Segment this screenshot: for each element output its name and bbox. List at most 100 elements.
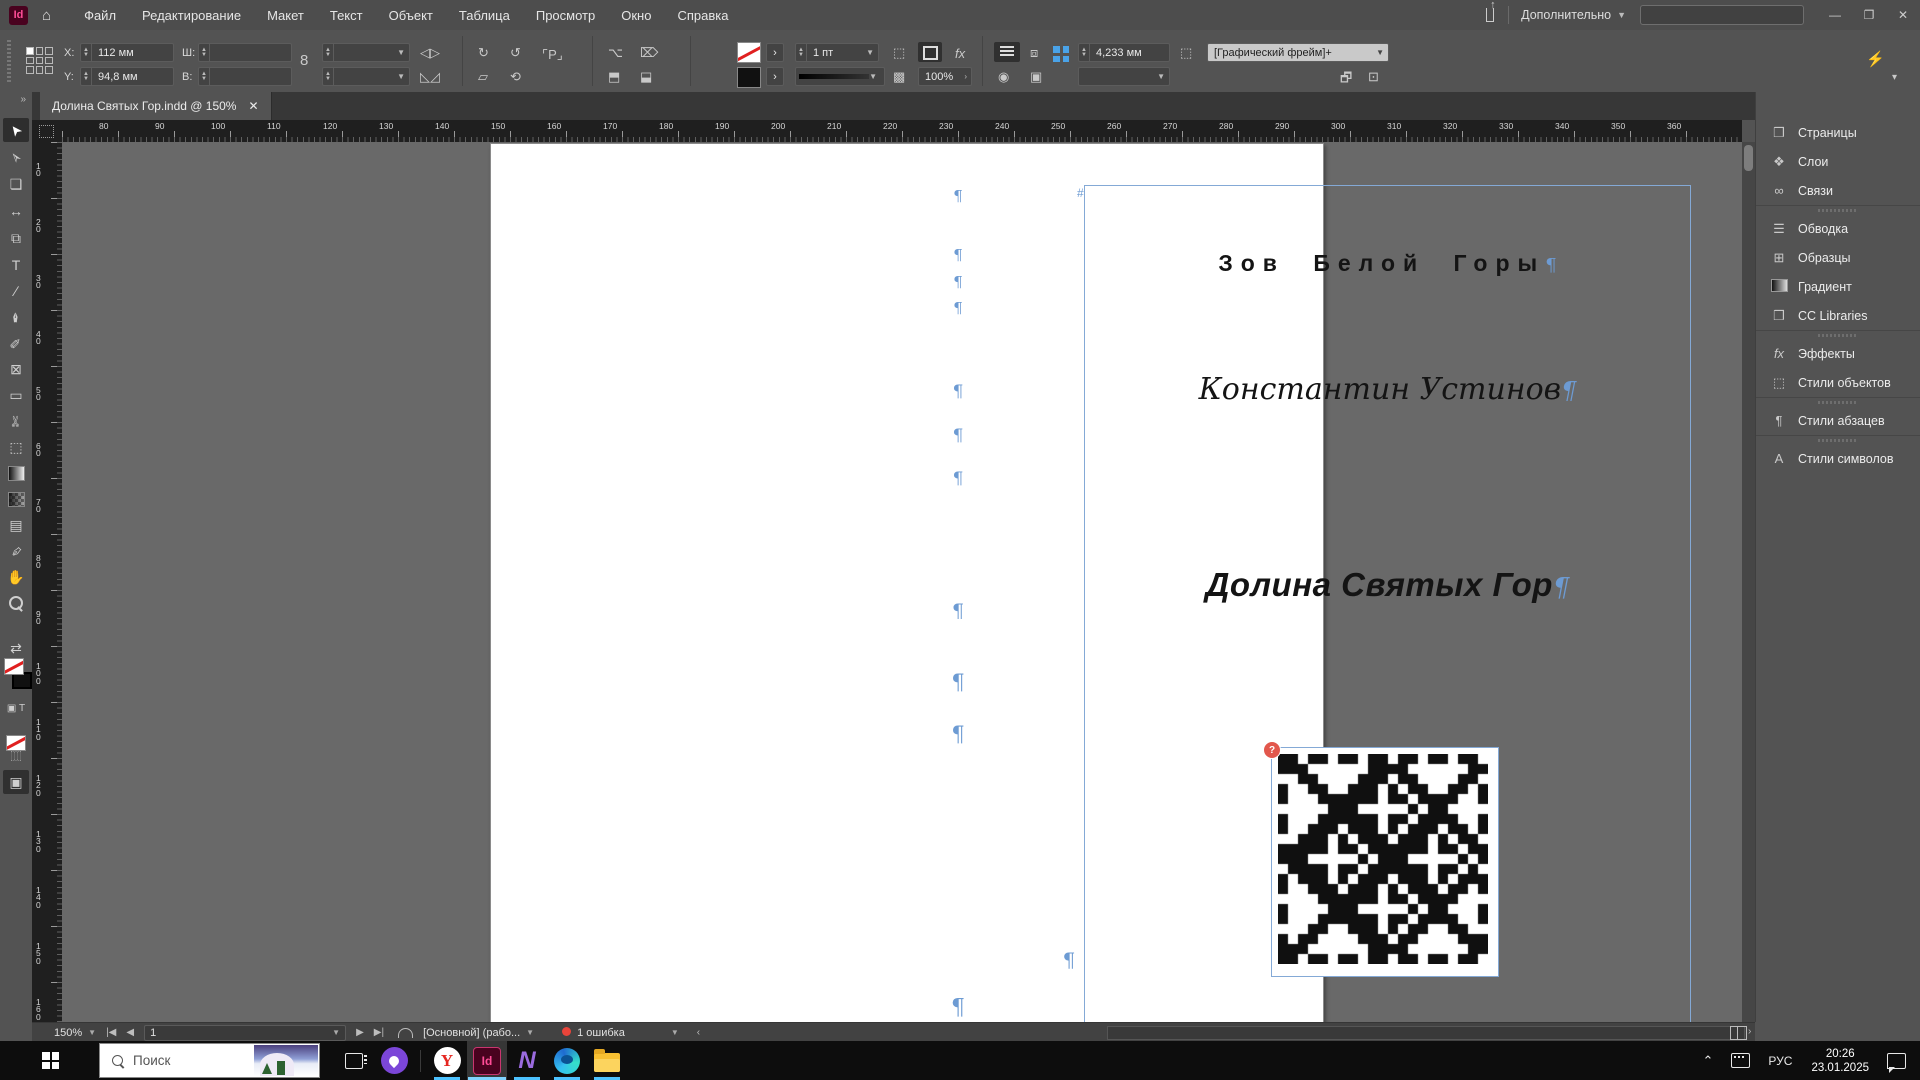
reference-point-proxy[interactable] xyxy=(26,47,53,74)
menu-макет[interactable]: Макет xyxy=(256,4,315,27)
swap-fill-stroke-icon[interactable]: ⇄ xyxy=(3,636,29,660)
clear-overrides-icon[interactable]: ⊡ xyxy=(1368,69,1379,85)
vertical-ruler[interactable]: 1 02 03 04 05 06 07 08 09 01 0 01 1 01 2… xyxy=(32,142,63,1022)
start-button[interactable] xyxy=(42,1052,59,1069)
hand-tool[interactable]: ✋ xyxy=(3,565,29,589)
zoom-tool[interactable] xyxy=(3,591,29,615)
menu-файл[interactable]: Файл xyxy=(73,4,127,27)
scale-y-field[interactable]: ▲▼▼ xyxy=(322,67,410,86)
frame-fitting-icon[interactable] xyxy=(918,42,942,62)
panel-button-character-styles[interactable]: AСтили символов xyxy=(1756,444,1920,473)
menu-текст[interactable]: Текст xyxy=(319,4,374,27)
pencil-tool[interactable]: ✎ xyxy=(3,331,29,355)
text-wrap-none-icon[interactable] xyxy=(994,42,1020,62)
touch-keyboard-icon[interactable] xyxy=(1731,1053,1750,1068)
taskbar-task-view[interactable] xyxy=(334,1041,374,1080)
page-tool[interactable]: ❏ xyxy=(3,172,29,196)
author-name[interactable]: Константин Устинов¶ xyxy=(1085,372,1690,407)
language-indicator[interactable]: РУС xyxy=(1768,1054,1792,1068)
direct-selection-tool[interactable]: ➢ xyxy=(3,145,29,169)
missing-link-badge[interactable]: ? xyxy=(1263,741,1281,759)
page-number-field[interactable]: 1▼ xyxy=(144,1025,346,1041)
previous-page-button[interactable]: ◀ xyxy=(126,1027,134,1038)
height-field[interactable]: ▲▼ xyxy=(198,67,292,86)
x-field[interactable]: ▲▼112 мм xyxy=(80,43,174,62)
offset-reference-dropdown[interactable]: ▼ xyxy=(1078,67,1170,86)
panel-button-object-styles[interactable]: ⬚Стили объектов xyxy=(1756,368,1920,397)
panel-button-swatches[interactable]: ⊞Образцы xyxy=(1756,243,1920,272)
select-content-icon[interactable]: ⌦ xyxy=(640,45,658,61)
panel-button-stroke[interactable]: ☰Обводка xyxy=(1756,214,1920,243)
notification-center-icon[interactable] xyxy=(1887,1053,1906,1069)
anchored-object-proxy[interactable] xyxy=(1053,46,1069,62)
content-collector-tool[interactable]: ⧉ xyxy=(3,226,29,250)
object-style-dropdown[interactable]: [Графический фрейм]+▼ xyxy=(1207,43,1389,62)
free-transform-tool[interactable]: ⬚ xyxy=(3,435,29,459)
panel-button-gradient[interactable]: Градиент xyxy=(1756,272,1920,301)
stroke-style-dropdown[interactable]: ▼ xyxy=(795,67,885,86)
ornament-image-frame[interactable]: ? xyxy=(1271,747,1499,977)
select-next-icon[interactable]: ⬓ xyxy=(640,69,652,85)
preflight-icon[interactable] xyxy=(398,1028,413,1038)
menu-объект[interactable]: Объект xyxy=(378,4,444,27)
object-style-icon[interactable]: ⬚ xyxy=(1180,45,1192,61)
ruler-origin-box[interactable] xyxy=(32,120,63,143)
gpu-performance-icon[interactable]: ⚡ xyxy=(1866,50,1885,68)
taskbar-file-explorer[interactable] xyxy=(587,1041,627,1080)
panel-button-pages[interactable]: ❒Страницы xyxy=(1756,118,1920,147)
close-button[interactable]: ✕ xyxy=(1886,2,1920,28)
free-transform-icon[interactable]: ⌜P⌟ xyxy=(542,47,563,63)
opacity-icon[interactable]: ▩ xyxy=(893,69,905,85)
type-tool[interactable]: T xyxy=(3,253,29,277)
pen-tool[interactable]: ✒ xyxy=(3,305,29,329)
document-canvas[interactable]: # Зов Белой Горы¶ Константин Устинов¶ До… xyxy=(62,142,1742,1022)
note-tool[interactable]: ▤ xyxy=(3,513,29,537)
panel-grip[interactable] xyxy=(7,40,11,82)
flip-icon[interactable]: ◁▷ xyxy=(420,45,440,61)
gap-tool[interactable]: ↔ xyxy=(3,199,29,223)
rotate-ccw-icon[interactable]: ↺ xyxy=(510,45,521,61)
text-wrap-bound-icon[interactable]: ⧈ xyxy=(1030,45,1038,61)
selection-tool[interactable]: ➤ xyxy=(3,118,29,142)
search-highlight-image[interactable] xyxy=(254,1045,318,1076)
panel-button-links[interactable]: ∞Связи xyxy=(1756,176,1920,205)
rotate-cw-icon[interactable]: ↻ xyxy=(478,45,489,61)
y-field[interactable]: ▲▼94,8 мм xyxy=(80,67,174,86)
scrollbar-thumb[interactable] xyxy=(1744,145,1753,171)
style-override-icon[interactable]: 🗗 xyxy=(1340,69,1352,91)
panel-button-cc-libraries[interactable]: ❒CC Libraries xyxy=(1756,301,1920,330)
zoom-level[interactable]: 150% xyxy=(54,1027,82,1039)
hidden-icons-chevron[interactable]: ⌃ xyxy=(1703,1053,1714,1069)
fill-swatch-none[interactable] xyxy=(737,42,761,63)
minimize-button[interactable]: — xyxy=(1818,2,1852,28)
wrap-options-icon[interactable]: ◉ xyxy=(998,69,1009,85)
menu-просмотр[interactable]: Просмотр xyxy=(525,4,606,27)
error-count[interactable]: 1 ошибка xyxy=(577,1027,625,1039)
taskbar-indesign[interactable]: Id xyxy=(467,1041,507,1080)
frame-tool[interactable]: ⊠ xyxy=(3,357,29,381)
taskbar-search[interactable]: Поиск xyxy=(99,1043,320,1078)
scroll-right-arrow[interactable]: › xyxy=(1748,1026,1751,1037)
width-field[interactable]: ▲▼ xyxy=(198,43,292,62)
taskbar-visual-studio[interactable]: N xyxy=(507,1041,547,1080)
app-search-input[interactable] xyxy=(1640,5,1804,25)
scale-x-field[interactable]: ▲▼▼ xyxy=(322,43,410,62)
opacity-field[interactable]: 100%› xyxy=(918,67,972,86)
book-series-title[interactable]: Зов Белой Горы¶ xyxy=(1085,250,1690,277)
first-page-button[interactable]: |◀ xyxy=(106,1027,116,1038)
menu-справка[interactable]: Справка xyxy=(666,4,739,27)
screen-mode-button[interactable]: ▣ xyxy=(3,770,29,794)
corner-options-icon[interactable]: ⬚ xyxy=(893,45,905,61)
stroke-menu-button[interactable]: › xyxy=(766,67,784,86)
offset-field[interactable]: ▲▼4,233 мм xyxy=(1078,43,1170,62)
line-tool[interactable]: ∕ xyxy=(3,279,29,303)
view-options-icon[interactable]: ⿲ xyxy=(3,744,29,768)
home-icon[interactable]: ⌂ xyxy=(42,7,51,24)
gradient-feather-tool[interactable] xyxy=(3,487,29,511)
select-previous-icon[interactable]: ⬒ xyxy=(608,69,620,85)
constrain-proportions-icon[interactable]: 8 xyxy=(300,52,308,69)
select-container-icon[interactable]: ⌥ xyxy=(608,45,623,61)
scroll-left-arrow[interactable]: ‹ xyxy=(697,1027,700,1038)
rotate-180-icon[interactable]: ⟲ xyxy=(510,69,521,85)
tab-close-icon[interactable]: ✕ xyxy=(248,99,258,113)
